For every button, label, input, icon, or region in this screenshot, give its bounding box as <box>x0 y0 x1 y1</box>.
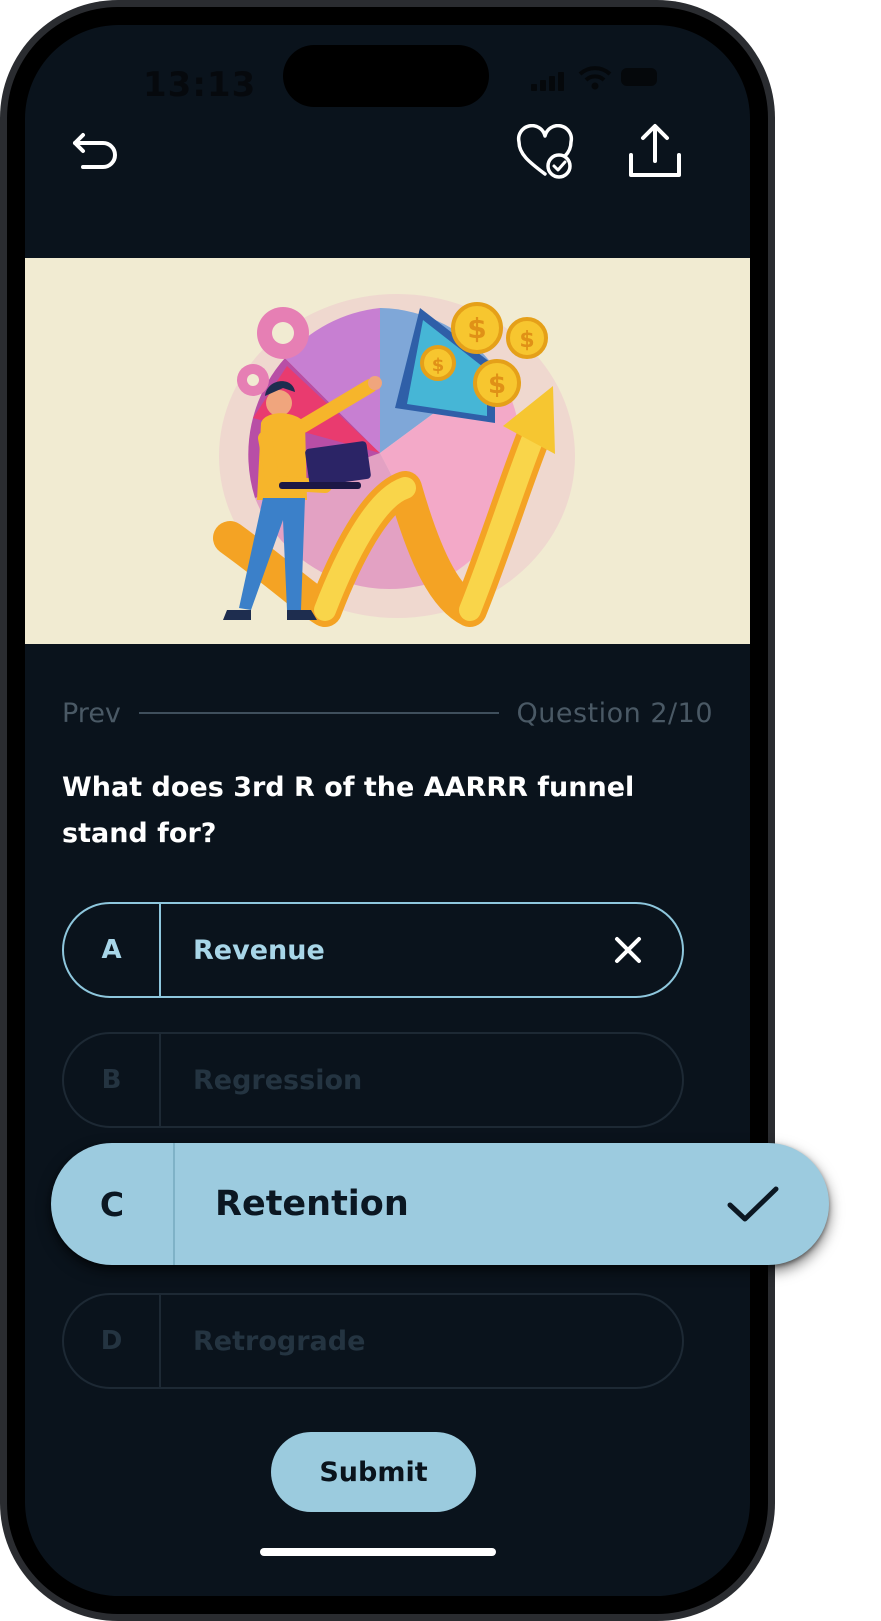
business-growth-chart-illustration: $ $ $ $ <box>213 294 575 627</box>
status-time: 13:13 <box>143 65 257 105</box>
phone-bezel: 13:13 $ $ $ $ Prev Question 2/10 What do… <box>7 7 768 1614</box>
option-letter: B <box>64 1034 161 1126</box>
hero-image: $ $ $ $ <box>25 258 750 644</box>
option-letter: C <box>51 1143 175 1265</box>
svg-text:$: $ <box>488 370 506 400</box>
checkmark-icon <box>727 1186 779 1222</box>
question-progress: Prev Question 2/10 <box>62 693 713 733</box>
app-screen: 13:13 $ $ $ $ Prev Question 2/10 What do… <box>25 25 750 1596</box>
option-text: Regression <box>193 1064 363 1096</box>
option-a[interactable]: A Revenue <box>62 902 684 998</box>
progress-divider <box>138 712 499 714</box>
option-d[interactable]: D Retrograde <box>62 1293 684 1389</box>
option-letter: D <box>64 1295 161 1387</box>
signal-icon <box>531 72 564 91</box>
share-upload-icon[interactable] <box>625 121 685 181</box>
home-indicator <box>260 1548 496 1556</box>
phone-frame: 13:13 $ $ $ $ Prev Question 2/10 What do… <box>0 0 775 1621</box>
option-letter: A <box>64 904 161 996</box>
heart-check-icon[interactable] <box>515 124 577 182</box>
submit-button[interactable]: Submit <box>271 1432 476 1512</box>
prev-link[interactable]: Prev <box>62 698 121 729</box>
wifi-icon <box>578 66 612 90</box>
option-c[interactable]: C Retention <box>51 1143 829 1265</box>
svg-text:$: $ <box>432 355 445 376</box>
question-text: What does 3rd R of the AARRR funnel stan… <box>62 772 635 849</box>
svg-text:$: $ <box>519 328 534 353</box>
option-text: Retention <box>215 1184 409 1224</box>
svg-text:$: $ <box>467 312 486 345</box>
battery-icon <box>621 68 657 86</box>
option-b[interactable]: B Regression <box>62 1032 684 1128</box>
undo-arrow-icon[interactable] <box>69 129 125 177</box>
dynamic-island <box>283 45 489 107</box>
option-text: Revenue <box>193 934 325 966</box>
option-text: Retrograde <box>193 1325 366 1357</box>
question-counter: Question 2/10 <box>516 697 713 729</box>
close-icon <box>615 937 641 963</box>
